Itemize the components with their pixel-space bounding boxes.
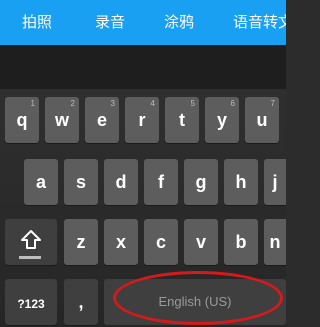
key-hint: 7 [270,99,275,108]
key-label: d [115,172,127,192]
key-a[interactable]: a [24,159,58,205]
key-z[interactable]: z [64,219,98,265]
key-label: c [155,232,166,252]
symbols-key[interactable]: ?123 [5,279,57,325]
key-label: s [75,172,86,192]
key-w[interactable]: w 2 [45,97,79,143]
key-label: e [96,110,107,130]
key-n[interactable]: n [264,219,286,265]
key-x[interactable]: x [104,219,138,265]
key-label: b [235,232,247,252]
key-c[interactable]: c [144,219,178,265]
key-d[interactable]: d [104,159,138,205]
shift-key[interactable] [5,219,57,265]
key-label: z [76,232,86,252]
key-label: y [216,110,227,130]
toolbar-voice-to-text-button[interactable]: 语音转文 [233,0,286,45]
comma-key-label: , [78,292,84,312]
key-label: q [16,110,28,130]
key-e[interactable]: e 3 [85,97,119,143]
key-hint: 1 [30,99,35,108]
suggestion-strip [0,45,286,89]
shift-arrow-icon [21,230,41,249]
key-b[interactable]: b [224,219,258,265]
key-g[interactable]: g [184,159,218,205]
keyboard-screen: 拍照 录音 涂鸦 语音转文 q 1 w 2 e 3 r 4 t 5 y 6 u … [0,0,286,327]
key-j[interactable]: j [264,159,286,205]
key-label: j [272,172,278,192]
key-hint: 2 [70,99,75,108]
key-label: r [138,110,146,130]
symbols-key-label: ?123 [17,297,45,311]
key-label: u [256,110,268,130]
key-q[interactable]: q 1 [5,97,39,143]
key-u[interactable]: u 7 [245,97,279,143]
highlight-circle [113,271,283,325]
toolbar-record-button[interactable]: 录音 [95,0,125,45]
input-toolbar: 拍照 录音 涂鸦 语音转文 [0,0,286,45]
key-label: g [195,172,207,192]
toolbar-photo-button[interactable]: 拍照 [22,0,52,45]
key-t[interactable]: t 5 [165,97,199,143]
key-s[interactable]: s [64,159,98,205]
key-hint: 6 [230,99,235,108]
key-label: n [269,232,281,252]
key-label: v [195,232,206,252]
toolbar-doodle-button[interactable]: 涂鸦 [164,0,194,45]
key-f[interactable]: f [144,159,178,205]
key-v[interactable]: v [184,219,218,265]
key-label: h [235,172,247,192]
key-r[interactable]: r 4 [125,97,159,143]
shift-indicator [19,256,41,259]
key-hint: 4 [150,99,155,108]
key-hint: 5 [190,99,195,108]
key-h[interactable]: h [224,159,258,205]
key-label: w [54,110,69,130]
key-y[interactable]: y 6 [205,97,239,143]
key-label: x [115,232,126,252]
key-label: a [35,172,46,192]
key-hint: 3 [110,99,115,108]
key-label: t [179,110,185,130]
comma-key[interactable]: , [64,279,98,325]
key-label: f [158,172,164,192]
